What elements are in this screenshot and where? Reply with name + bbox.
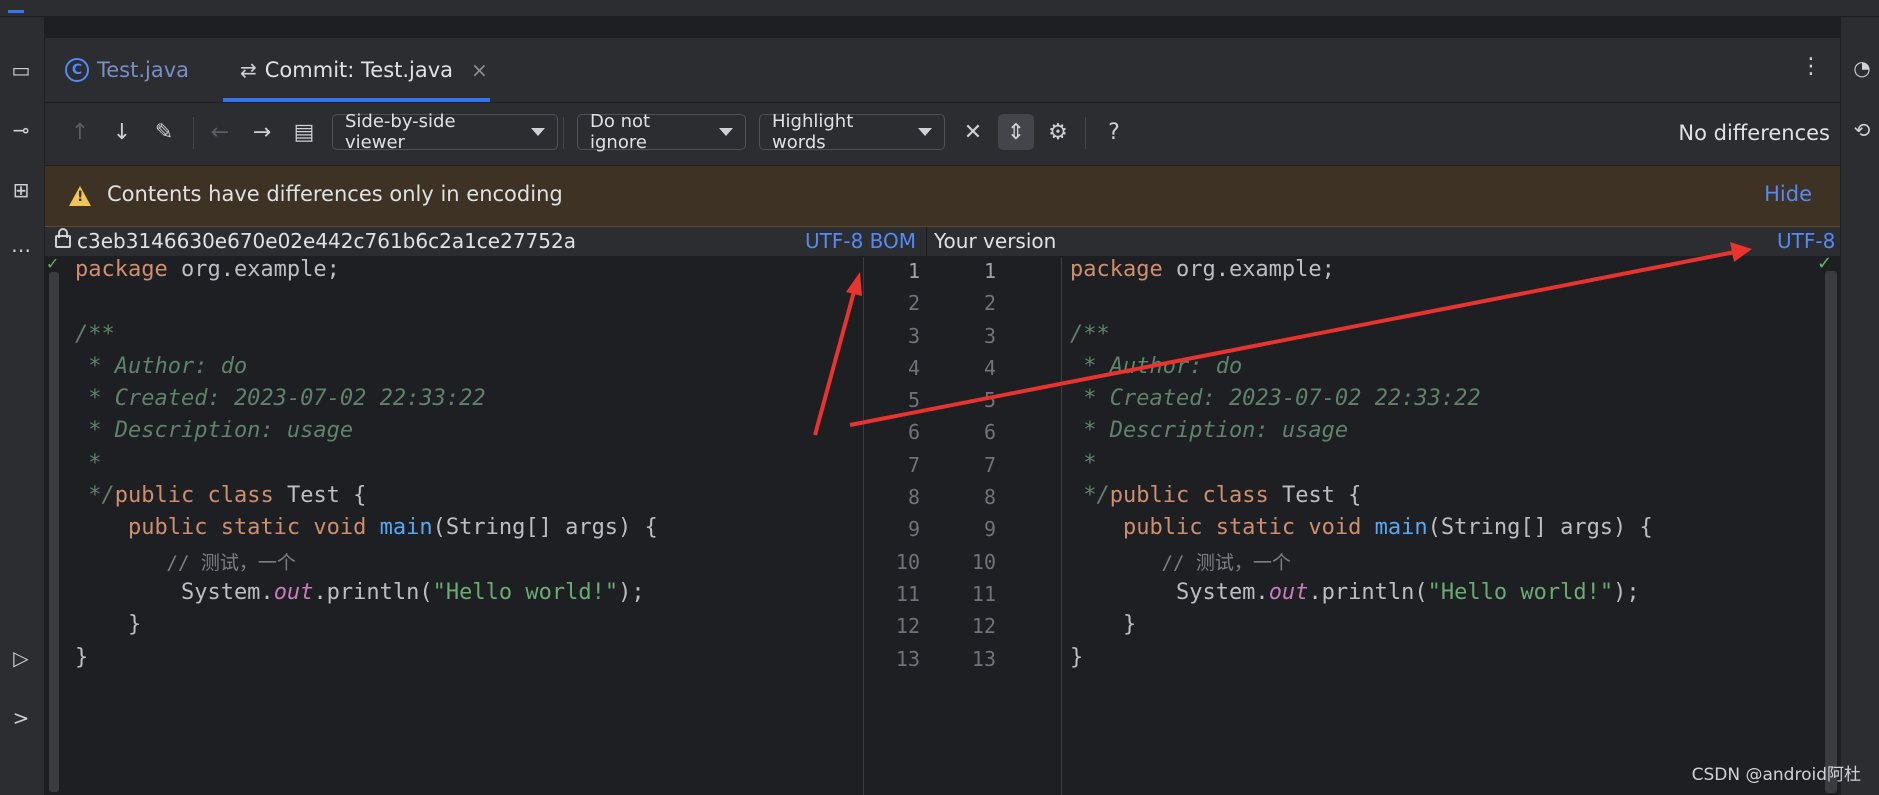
left-file-header: c3eb3146630e670e02e442c761b6c2a1ce27752a… [45, 227, 926, 256]
next-difference-icon[interactable]: ↓ [107, 117, 137, 149]
encoding-notification: ! Contents have differences only in enco… [45, 166, 1840, 227]
code-line: */public class Test { [1070, 483, 1362, 508]
chevron-down-icon [719, 128, 733, 136]
code-line: * Created: 2023-07-02 22:33:22 [75, 386, 486, 411]
chevron-down-icon [918, 128, 932, 136]
right-code-pane[interactable]: package org.example; /** * Author: do * … [1062, 257, 1840, 795]
diff-toolbar: ↑ ↓ ✎ ← → ▤ Side-by-side viewer Do not i… [45, 103, 1840, 166]
check-icon: ✓ [47, 253, 58, 274]
sync-scroll-icon[interactable]: ⇕ [1001, 117, 1031, 149]
left-tool-strip: ▭ ⊸ ⊞ ⋯ ▷ > [0, 17, 45, 795]
ignore-whitespace-dropdown[interactable]: Do not ignore [577, 111, 746, 153]
chevron-down-icon [531, 128, 545, 136]
code-line: /** [75, 322, 115, 347]
previous-difference-icon[interactable]: ↑ [65, 117, 95, 149]
title-bar [0, 0, 1879, 17]
lock-icon [55, 228, 71, 248]
left-scrollbar[interactable] [49, 272, 59, 792]
code-line: System.out.println("Hello world!"); [1070, 580, 1640, 605]
line-number-gutter: 1 1 2 2 3 3 4 4 5 5 6 6 7 7 8 8 9 9 10 1… [863, 257, 1062, 795]
right-file-header: Your version UTF-8 [927, 227, 1840, 256]
code-line: */public class Test { [75, 483, 367, 508]
highlight-mode-dropdown[interactable]: Highlight words [759, 111, 945, 153]
your-version-label: Your version [934, 229, 1057, 253]
editor-tabs: C Test.java ⇄ Commit: Test.java × ⋮ [45, 38, 1840, 103]
code-line: // 测试，一个 [75, 552, 296, 574]
left-code-pane[interactable]: ✓ package org.example; /** * Author: do … [45, 253, 862, 795]
viewer-mode-dropdown[interactable]: Side-by-side viewer [332, 111, 558, 153]
edit-source-icon[interactable]: ✎ [149, 117, 179, 149]
project-icon[interactable]: ▭ [8, 57, 34, 83]
close-icon[interactable]: × [471, 58, 488, 82]
code-line: * Description: usage [75, 418, 354, 443]
code-line: * Created: 2023-07-02 22:33:22 [1070, 386, 1481, 411]
code-line: System.out.println("Hello world!"); [75, 580, 645, 605]
hide-link[interactable]: Hide [1764, 182, 1812, 206]
code-line: package org.example; [1070, 257, 1335, 282]
notifications-icon[interactable]: ◔ [1849, 55, 1875, 81]
right-scrollbar[interactable] [1825, 271, 1837, 793]
class-c-icon: C [65, 58, 89, 82]
code-line: public static void main(String[] args) { [75, 515, 658, 540]
terminal-icon[interactable]: > [8, 705, 34, 731]
file-list-icon[interactable]: ▤ [289, 117, 319, 149]
highlight-label: Highlight words [772, 111, 854, 153]
services-icon[interactable]: ▷ [8, 645, 34, 671]
code-line: * [1070, 451, 1097, 476]
notification-message: Contents have differences only in encodi… [107, 182, 563, 206]
right-tool-strip: ◔ ⟲ [1840, 17, 1879, 795]
code-line: // 测试，一个 [1070, 552, 1291, 574]
code-line: } [1070, 612, 1137, 637]
commit-icon[interactable]: ⊸ [8, 117, 34, 143]
right-encoding[interactable]: UTF-8 [1777, 227, 1835, 256]
revision-hash: c3eb3146630e670e02e442c761b6c2a1ce27752a [77, 229, 576, 253]
watermark: CSDN @android阿杜 [1691, 765, 1861, 785]
code-line: } [75, 612, 142, 637]
next-file-icon[interactable]: → [247, 117, 277, 149]
diff-status: No differences [1678, 121, 1830, 145]
previous-file-icon[interactable]: ← [205, 117, 235, 149]
code-line: } [1070, 645, 1084, 670]
commit-compare-icon: ⇄ [240, 58, 257, 82]
help-icon[interactable]: ? [1099, 117, 1129, 149]
code-line: * Description: usage [1070, 418, 1349, 443]
left-encoding[interactable]: UTF-8 BOM [805, 227, 916, 256]
more-tools-icon[interactable]: ⋯ [8, 237, 34, 263]
tab-commit-test-java[interactable]: ⇄ Commit: Test.java × [240, 38, 488, 102]
tab-test-java[interactable]: C Test.java [65, 38, 189, 102]
settings-gear-icon[interactable]: ⚙ [1043, 117, 1073, 149]
viewer-mode-label: Side-by-side viewer [345, 111, 456, 153]
code-line: package org.example; [75, 257, 340, 282]
code-line: } [75, 645, 89, 670]
tab-label: Commit: Test.java [264, 58, 454, 82]
diff-editor: C Test.java ⇄ Commit: Test.java × ⋮ ↑ ↓ … [45, 38, 1840, 795]
more-options-icon[interactable]: ⋮ [1800, 54, 1822, 79]
structure-icon[interactable]: ⊞ [8, 177, 34, 203]
tab-label: Test.java [97, 58, 190, 82]
code-line: public static void main(String[] args) { [1070, 515, 1653, 540]
ai-assistant-icon[interactable]: ⟲ [1849, 117, 1875, 143]
code-line: * Author: do [1070, 354, 1243, 379]
code-line: * Author: do [75, 354, 248, 379]
code-line: * [75, 451, 102, 476]
active-tab-indicator [223, 98, 490, 102]
code-line: /** [1070, 322, 1110, 347]
ignore-label: Do not ignore [590, 111, 651, 153]
collapse-unchanged-icon[interactable]: ✕ [958, 117, 988, 149]
